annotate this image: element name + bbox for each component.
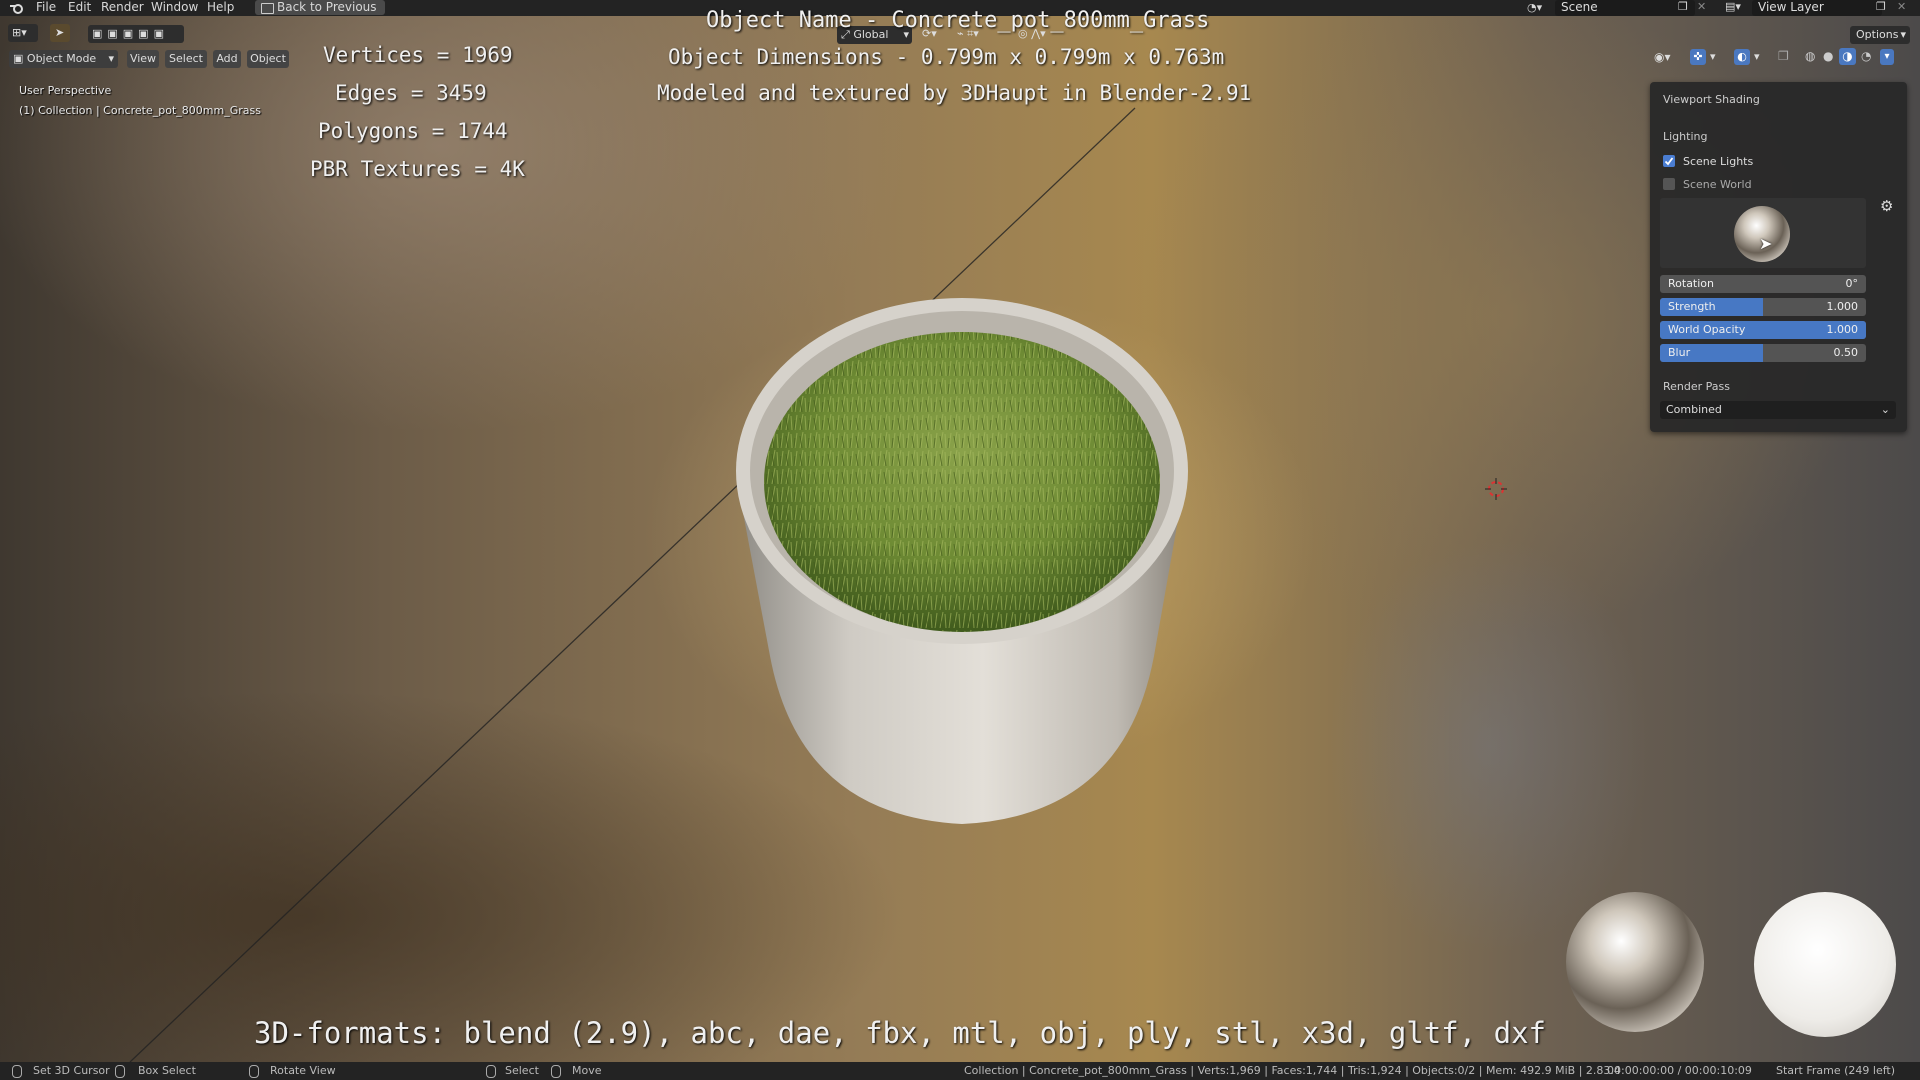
scene-icon[interactable]: ◔▾ xyxy=(1527,1,1542,14)
active-collection-label: (1) Collection | Concrete_pot_800mm_Gras… xyxy=(19,104,261,117)
menu-help[interactable]: Help xyxy=(207,0,234,16)
drag-right-mouse-icon xyxy=(551,1065,561,1078)
start-frame-info: Start Frame (249 left) xyxy=(1776,1064,1896,1077)
3d-cursor-icon[interactable] xyxy=(1485,478,1507,500)
strength-value: 1.000 xyxy=(1826,300,1859,313)
select-menu[interactable]: Select xyxy=(165,50,207,68)
view-perspective-label: User Perspective xyxy=(19,84,112,97)
chevron-down-icon: ▾ xyxy=(108,52,114,65)
object-dimensions-text: Object Dimensions - 0.799m x 0.799m x 0.… xyxy=(668,45,1225,69)
edges-text: Edges = 3459 xyxy=(335,81,487,105)
menu-edit[interactable]: Edit xyxy=(68,0,91,16)
hdri-diffuse-sphere xyxy=(1754,892,1896,1037)
select-hint: Select xyxy=(505,1064,539,1077)
textures-text: PBR Textures = 4K xyxy=(310,157,525,181)
back-to-previous-label: Back to Previous xyxy=(277,0,377,14)
view-menu[interactable]: View xyxy=(127,50,159,68)
scene-name: Scene xyxy=(1561,0,1598,14)
studio-light-preferences-gear-icon[interactable]: ⚙ xyxy=(1880,197,1893,215)
menu-file[interactable]: File xyxy=(36,0,56,16)
view-layer-icon[interactable]: ▤▾ xyxy=(1725,0,1741,13)
new-scene-icon[interactable]: ❐ xyxy=(1678,0,1688,13)
visibility-icon[interactable]: ◉▾ xyxy=(1654,50,1671,64)
vertices-text: Vertices = 1969 xyxy=(323,43,513,67)
view-layer-name: View Layer xyxy=(1758,0,1824,14)
drag-mouse-icon xyxy=(115,1065,125,1078)
scene-world-checkbox[interactable] xyxy=(1663,178,1675,190)
screen-icon xyxy=(261,3,274,14)
polygons-text: Polygons = 1744 xyxy=(318,119,508,143)
hdri-reflection-sphere xyxy=(1566,892,1704,1032)
box-select-hint: Box Select xyxy=(138,1064,196,1077)
gizmo-toggle-icon[interactable]: ✜ xyxy=(1690,49,1706,65)
new-view-layer-icon[interactable]: ❐ xyxy=(1876,0,1886,13)
scene-world-label[interactable]: Scene World xyxy=(1683,178,1752,191)
rotation-slider[interactable]: Rotation 0° xyxy=(1660,275,1866,293)
playback-time: 00:00:00:00 / 00:00:10:09 xyxy=(1607,1064,1752,1077)
mouse-cursor-icon: ➤ xyxy=(1759,234,1773,253)
gizmo-dropdown-icon[interactable]: ▾ xyxy=(1710,50,1716,63)
checkmark-icon xyxy=(1664,157,1674,166)
formats-text: 3D-formats: blend (2.9), abc, dae, fbx, … xyxy=(254,1016,1547,1050)
menu-window[interactable]: Window xyxy=(151,0,198,16)
left-mouse-icon xyxy=(12,1065,22,1078)
solid-shading-icon[interactable]: ● xyxy=(1823,49,1833,63)
scene-lights-label[interactable]: Scene Lights xyxy=(1683,155,1753,168)
render-pass-value: Combined xyxy=(1666,403,1722,416)
set-cursor-hint: Set 3D Cursor xyxy=(33,1064,110,1077)
render-pass-label: Render Pass xyxy=(1663,380,1730,393)
view-layer-selector[interactable]: View Layer xyxy=(1752,0,1882,16)
options-label: Options xyxy=(1856,28,1899,41)
rendered-shading-icon[interactable]: ◔ xyxy=(1861,49,1871,63)
scene-selector[interactable]: Scene xyxy=(1555,0,1695,16)
strength-slider[interactable]: Strength 1.000 xyxy=(1660,298,1866,316)
strength-label: Strength xyxy=(1668,300,1716,313)
object-mode-label: Object Mode xyxy=(26,52,97,65)
shading-dropdown-icon[interactable]: ▾ xyxy=(1880,49,1894,65)
viewport-shading-popover: Viewport Shading Lighting Scene Lights S… xyxy=(1650,82,1907,432)
select-tool-icon[interactable]: ➤ xyxy=(50,24,70,42)
blender-logo-icon[interactable] xyxy=(10,2,23,14)
credit-text: Modeled and textured by 3DHaupt in Blend… xyxy=(657,81,1252,105)
overlays-toggle-icon[interactable]: ◐ xyxy=(1734,49,1750,65)
material-preview-shading-icon[interactable]: ◑ xyxy=(1839,48,1856,65)
world-opacity-value: 1.000 xyxy=(1826,323,1859,336)
delete-scene-icon[interactable]: ✕ xyxy=(1697,0,1706,13)
middle-mouse-icon xyxy=(249,1065,259,1078)
scene-lights-checkbox[interactable] xyxy=(1663,155,1675,167)
object-mode-dropdown[interactable]: ▣ Object Mode ▾ xyxy=(9,50,118,68)
add-menu[interactable]: Add xyxy=(213,50,241,68)
lighting-label: Lighting xyxy=(1663,130,1708,143)
menu-render[interactable]: Render xyxy=(101,0,144,16)
select-mode-icons[interactable]: ▣▣▣▣▣ xyxy=(88,25,184,43)
world-opacity-label: World Opacity xyxy=(1668,323,1746,336)
editor-type-icon[interactable]: ⊞▾ xyxy=(8,24,38,42)
overlays-dropdown-icon[interactable]: ▾ xyxy=(1754,50,1760,63)
blur-value: 0.50 xyxy=(1833,346,1859,359)
object-menu[interactable]: Object xyxy=(247,50,289,68)
chevron-down-icon: ⌄ xyxy=(1880,403,1890,416)
rotate-view-hint: Rotate View xyxy=(270,1064,336,1077)
rotation-value: 0° xyxy=(1845,277,1859,290)
wireframe-shading-icon[interactable]: ◍ xyxy=(1805,49,1815,63)
move-hint: Move xyxy=(572,1064,602,1077)
scene-statistics: Collection | Concrete_pot_800mm_Grass | … xyxy=(964,1064,1621,1077)
rotation-label: Rotation xyxy=(1668,277,1715,290)
back-to-previous-button[interactable]: Back to Previous xyxy=(255,0,385,15)
options-dropdown[interactable]: Options ▾ xyxy=(1850,26,1910,44)
delete-view-layer-icon[interactable]: ✕ xyxy=(1897,0,1906,13)
object-mode-icon: ▣ xyxy=(13,52,24,65)
popover-title: Viewport Shading xyxy=(1663,93,1760,106)
object-name-text: Object Name - Concrete_pot_800mm_Grass xyxy=(706,8,1210,33)
render-pass-dropdown[interactable]: Combined ⌄ xyxy=(1660,401,1896,419)
chevron-down-icon: ▾ xyxy=(1900,28,1906,41)
xray-toggle-icon[interactable]: ❐ xyxy=(1778,49,1789,63)
blur-slider[interactable]: Blur 0.50 xyxy=(1660,344,1866,362)
right-mouse-icon xyxy=(486,1065,496,1078)
blur-label: Blur xyxy=(1668,346,1691,359)
world-opacity-slider[interactable]: World Opacity 1.000 xyxy=(1660,321,1866,339)
hdri-studio-light-preview[interactable]: ➤ xyxy=(1660,198,1866,268)
status-bar: Set 3D Cursor Box Select Rotate View Sel… xyxy=(0,1062,1920,1080)
